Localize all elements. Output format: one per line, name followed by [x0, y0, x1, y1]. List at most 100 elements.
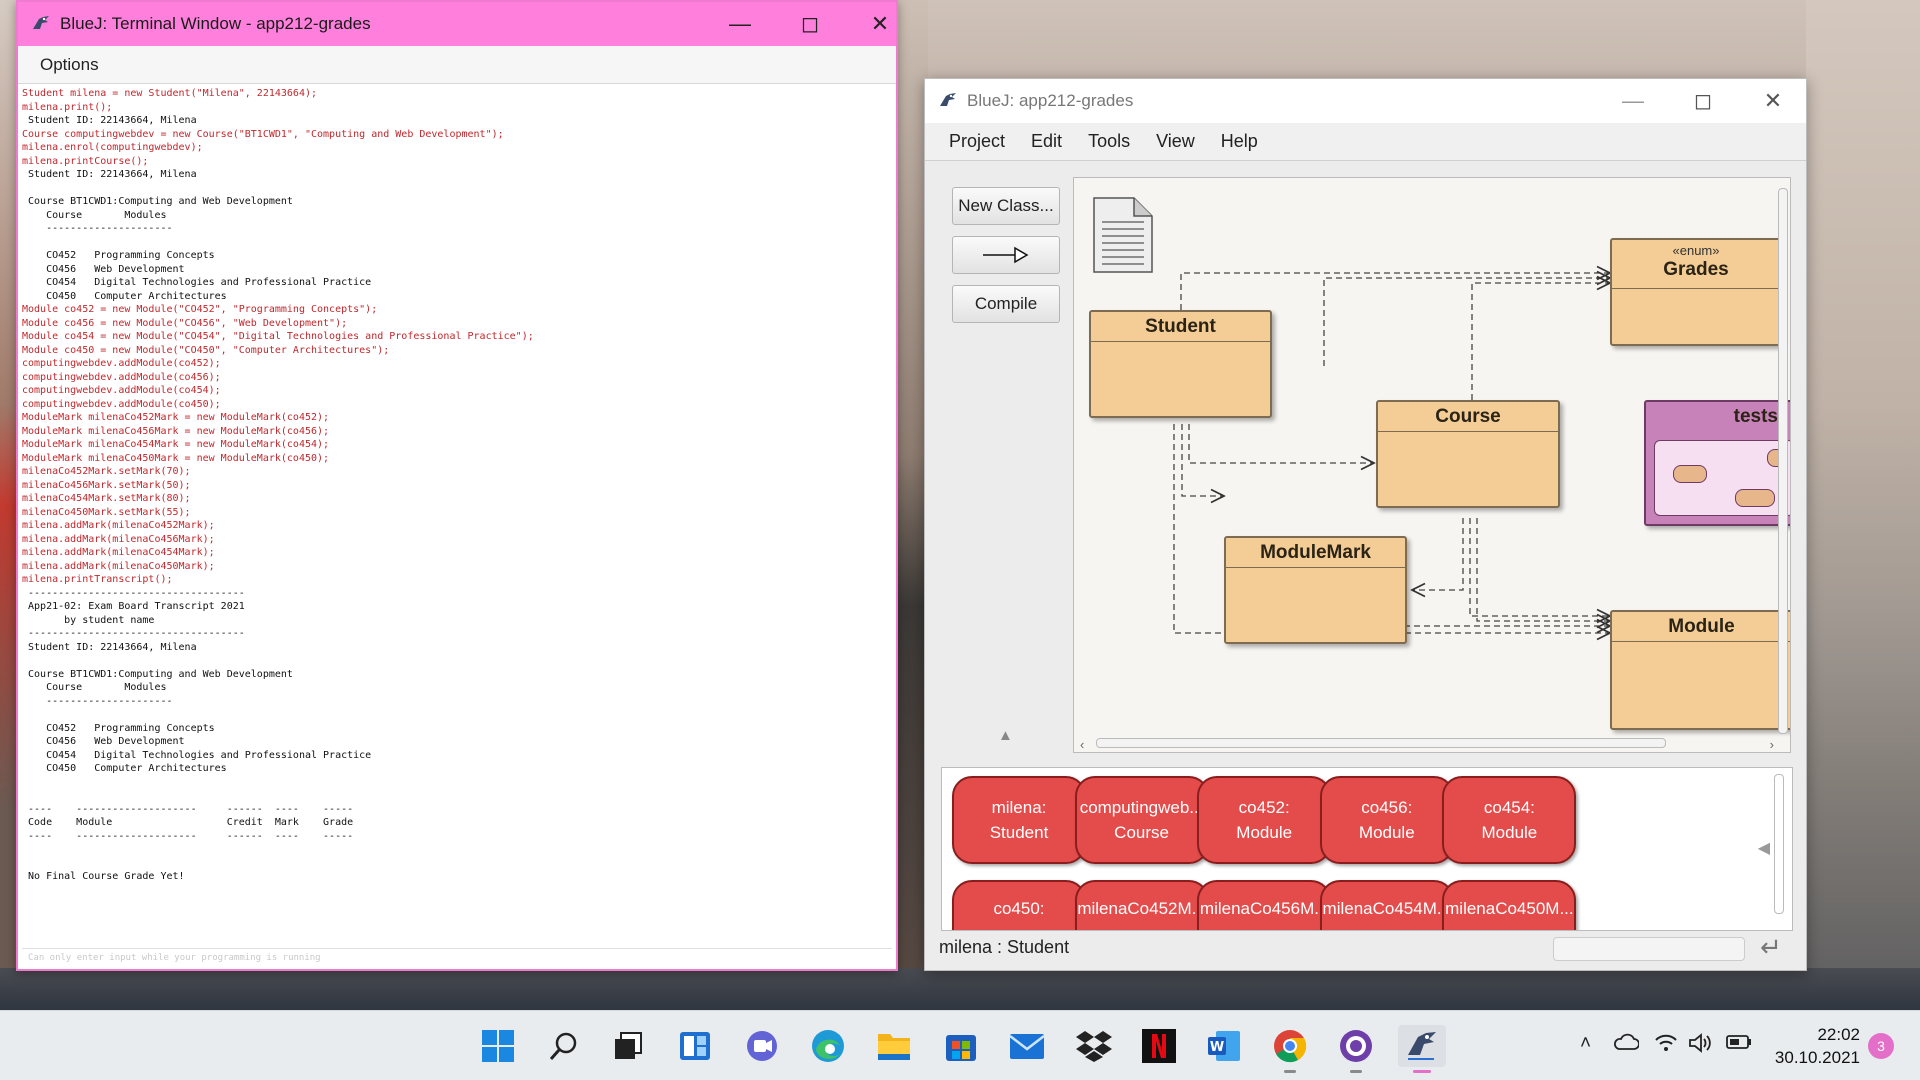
object-instance[interactable]: co450:	[952, 880, 1086, 930]
object-instance[interactable]: co456: Module	[1319, 776, 1454, 864]
terminal-line: No Final Course Grade Yet!	[22, 871, 185, 882]
object-type: Module	[1358, 823, 1415, 842]
class-grades[interactable]: «enum» Grades	[1610, 238, 1782, 346]
compile-button[interactable]: Compile	[952, 285, 1060, 323]
close-icon[interactable]: ✕	[845, 2, 915, 46]
terminal-line: milenaCo454Mark.setMark(80);	[22, 493, 191, 504]
teams-chat-icon[interactable]	[741, 1025, 783, 1067]
bluej-titlebar[interactable]: BlueJ: app212-grades — ◻ ✕	[925, 79, 1806, 123]
windows-start-icon[interactable]	[477, 1025, 519, 1067]
terminal-line: CO452 Programming Concepts	[22, 722, 215, 734]
github-desktop-icon[interactable]	[1335, 1025, 1377, 1073]
class-student[interactable]: Student	[1089, 310, 1272, 418]
object-label: milenaCo454M...	[1323, 896, 1452, 921]
chevron-left-icon[interactable]: ‹	[1080, 737, 1084, 752]
search-icon[interactable]	[543, 1025, 585, 1067]
terminal-line: ---- -------------------- ------ ---- --…	[22, 830, 354, 842]
bluej-menubar: Project Edit Tools View Help	[925, 123, 1806, 161]
class-modulemark[interactable]: ModuleMark	[1224, 536, 1407, 644]
mail-icon[interactable]	[1006, 1025, 1048, 1067]
readme-icon[interactable]	[1092, 196, 1154, 274]
menu-tools[interactable]: Tools	[1088, 131, 1130, 152]
chevron-up-icon[interactable]: ˄	[1580, 1033, 1591, 1055]
edge-icon[interactable]	[807, 1025, 849, 1067]
menu-edit[interactable]: Edit	[1031, 131, 1062, 152]
terminal-line: Course Modules	[22, 209, 167, 221]
object-name: milenaCo450M...	[1445, 899, 1574, 918]
terminal-input[interactable]: Can only enter input while your programm…	[22, 948, 892, 968]
status-input[interactable]	[1553, 937, 1745, 961]
terminal-line: Course BT1CWD1:Computing and Web Develop…	[22, 668, 293, 680]
file-explorer-icon[interactable]	[873, 1025, 915, 1067]
object-instance[interactable]: computingweb... Course	[1074, 776, 1209, 864]
new-class-button[interactable]: New Class...	[952, 187, 1060, 225]
wifi-icon[interactable]	[1654, 1033, 1678, 1059]
task-view-icon[interactable]	[607, 1025, 649, 1067]
menu-help[interactable]: Help	[1221, 131, 1258, 152]
object-instance[interactable]: milenaCo450M...	[1442, 880, 1577, 930]
onedrive-cloud-icon[interactable]	[1613, 1033, 1640, 1057]
triangle-left-icon[interactable]: ◀	[1758, 838, 1770, 858]
class-course[interactable]: Course	[1376, 400, 1560, 508]
system-clock[interactable]: 22:02 30.10.2021	[1768, 1023, 1860, 1069]
object-bench[interactable]: milena: Student computingweb... Course co452…	[941, 767, 1793, 931]
object-name: milena:	[991, 798, 1047, 817]
terminal-line: by student name	[22, 614, 155, 626]
triangle-up-icon[interactable]: ▲	[998, 727, 1013, 744]
object-instance[interactable]: co452: Module	[1197, 776, 1332, 864]
dropbox-icon[interactable]	[1073, 1025, 1115, 1067]
object-label: computingweb... Course	[1080, 795, 1204, 845]
terminal-line: milena.printCourse();	[22, 155, 149, 167]
object-instance[interactable]: co454: Module	[1442, 776, 1577, 864]
object-instance[interactable]: milena: Student	[952, 776, 1086, 864]
terminal-line: ---------------------	[22, 223, 173, 234]
chrome-icon[interactable]	[1269, 1025, 1311, 1073]
bluej-icon[interactable]	[1398, 1025, 1446, 1073]
class-diagram[interactable]: «enum» Grades Student Course tests Modul…	[1073, 177, 1791, 753]
class-name-modulemark: ModuleMark	[1226, 538, 1405, 568]
terminal-line: milenaCo456Mark.setMark(50);	[22, 479, 191, 491]
menu-project[interactable]: Project	[949, 131, 1005, 152]
terminal-titlebar[interactable]: BlueJ: Terminal Window - app212-grades —…	[18, 2, 896, 46]
package-tests[interactable]: tests	[1644, 400, 1790, 526]
menu-view[interactable]: View	[1156, 131, 1195, 152]
maximize-icon[interactable]: ◻	[1668, 79, 1738, 123]
object-instance[interactable]: milenaCo454M...	[1319, 880, 1454, 930]
class-divider	[1612, 288, 1780, 289]
netflix-icon[interactable]	[1138, 1025, 1180, 1067]
terminal-line: computingwebdev.addModule(co450);	[22, 398, 221, 410]
object-bench-scrollbar[interactable]	[1774, 774, 1784, 914]
object-instance[interactable]: milenaCo452M...	[1074, 880, 1209, 930]
terminal-output[interactable]: Student milena = new Student("Milena", 2…	[22, 87, 892, 947]
object-instance[interactable]: milenaCo456M...	[1197, 880, 1332, 930]
terminal-menubar: Options	[18, 46, 896, 84]
word-icon[interactable]: W	[1203, 1025, 1245, 1067]
terminal-line: CO452 Programming Concepts	[22, 250, 215, 261]
minimize-icon[interactable]: —	[705, 2, 775, 46]
minimize-icon[interactable]: —	[1598, 79, 1668, 123]
terminal-line: computingwebdev.addModule(co456);	[22, 371, 221, 383]
inheritance-arrow-button[interactable]	[952, 236, 1060, 274]
bluej-main-window: BlueJ: app212-grades — ◻ ✕ Project Edit …	[924, 78, 1807, 971]
diagram-horizontal-scrollbar[interactable]	[1096, 738, 1666, 748]
terminal-line: ModuleMark milenaCo450Mark = new ModuleM…	[22, 452, 330, 464]
volume-icon[interactable]	[1688, 1033, 1714, 1059]
object-label: milenaCo452M...	[1077, 896, 1206, 921]
close-icon[interactable]: ✕	[1738, 79, 1808, 123]
return-icon[interactable]: ↵	[1760, 932, 1782, 963]
chevron-right-icon[interactable]: ›	[1770, 737, 1774, 752]
terminal-line: milena.addMark(milenaCo450Mark);	[22, 560, 215, 572]
battery-icon[interactable]	[1726, 1033, 1752, 1057]
terminal-line: Course Modules	[22, 682, 167, 693]
microsoft-store-icon[interactable]	[940, 1025, 982, 1067]
diagram-vertical-scrollbar[interactable]	[1778, 188, 1788, 734]
widgets-icon[interactable]	[674, 1025, 716, 1067]
terminal-line: ------------------------------------	[22, 628, 245, 639]
notification-badge[interactable]: 3	[1868, 1033, 1894, 1059]
maximize-icon[interactable]: ◻	[775, 2, 845, 46]
terminal-line: Student ID: 22143664, Milena	[22, 641, 197, 653]
class-module[interactable]: Module	[1610, 610, 1790, 730]
menu-options[interactable]: Options	[40, 55, 99, 75]
